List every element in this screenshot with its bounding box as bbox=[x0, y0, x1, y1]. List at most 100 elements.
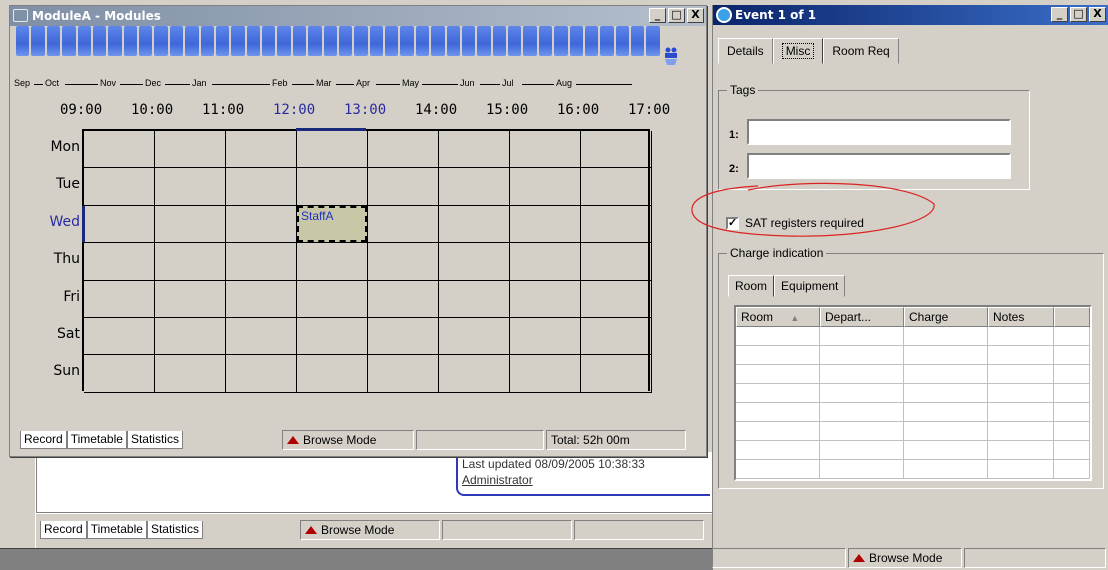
user-link[interactable]: Administrator bbox=[462, 472, 710, 488]
week-block[interactable] bbox=[185, 26, 199, 56]
week-block[interactable] bbox=[554, 26, 568, 56]
week-block[interactable] bbox=[262, 26, 276, 56]
timeslot-cell[interactable] bbox=[226, 131, 297, 169]
table-row[interactable] bbox=[736, 422, 1090, 441]
week-block[interactable] bbox=[538, 26, 553, 56]
timeslot-cell[interactable] bbox=[155, 355, 226, 393]
week-block[interactable] bbox=[508, 26, 522, 56]
tag2-input[interactable] bbox=[747, 153, 1011, 179]
timeslot-cell[interactable] bbox=[439, 280, 510, 318]
timeslot-cell[interactable] bbox=[155, 168, 226, 206]
timeslot-cell[interactable] bbox=[368, 243, 439, 281]
timeslot-cell[interactable] bbox=[510, 205, 581, 244]
timeslot-cell[interactable] bbox=[155, 131, 226, 169]
week-block[interactable] bbox=[31, 26, 45, 56]
timeslot-cell[interactable] bbox=[297, 131, 368, 169]
column-header-notes[interactable]: Notes bbox=[988, 307, 1054, 327]
table-row[interactable] bbox=[736, 441, 1090, 460]
minimize-button[interactable]: _ bbox=[649, 8, 666, 23]
week-block[interactable] bbox=[277, 26, 291, 56]
timeslot-cell[interactable] bbox=[581, 280, 652, 318]
week-block[interactable] bbox=[354, 26, 368, 56]
module-titlebar[interactable]: ModuleA - Modules _ □ X bbox=[10, 6, 706, 26]
week-block[interactable] bbox=[338, 26, 353, 56]
tab-room-req[interactable]: Room Req bbox=[823, 38, 899, 64]
timeslot-cell[interactable] bbox=[510, 131, 581, 169]
timeslot-cell[interactable] bbox=[155, 280, 226, 318]
week-ruler[interactable] bbox=[16, 26, 660, 56]
tab-room[interactable]: Room bbox=[728, 275, 775, 297]
week-block[interactable] bbox=[569, 26, 583, 56]
tab-statistics[interactable]: Statistics bbox=[126, 431, 183, 449]
timetable-grid[interactable] bbox=[82, 129, 652, 393]
timeslot-cell[interactable] bbox=[581, 355, 652, 393]
timeslot-cell[interactable] bbox=[368, 205, 439, 244]
timeslot-cell[interactable] bbox=[155, 243, 226, 281]
timeslot-cell[interactable] bbox=[368, 280, 439, 318]
timeslot-cell[interactable] bbox=[84, 205, 155, 244]
timeslot-cell[interactable] bbox=[510, 317, 581, 356]
timeslot-cell[interactable] bbox=[226, 280, 297, 318]
timeslot-cell[interactable] bbox=[581, 168, 652, 206]
column-header-department[interactable]: Depart... bbox=[820, 307, 904, 327]
table-row[interactable] bbox=[736, 384, 1090, 403]
week-block[interactable] bbox=[431, 26, 445, 56]
timeslot-cell[interactable] bbox=[155, 317, 226, 356]
week-block[interactable] bbox=[215, 26, 230, 56]
week-block[interactable] bbox=[492, 26, 506, 56]
week-block[interactable] bbox=[62, 26, 76, 56]
table-row[interactable] bbox=[736, 460, 1090, 479]
week-block[interactable] bbox=[461, 26, 476, 56]
table-row[interactable] bbox=[736, 365, 1090, 384]
week-block[interactable] bbox=[323, 26, 337, 56]
timeslot-cell[interactable] bbox=[226, 317, 297, 356]
timeslot-cell[interactable] bbox=[368, 317, 439, 356]
timeslot-cell[interactable] bbox=[297, 317, 368, 356]
tab-timetable[interactable]: Timetable bbox=[66, 431, 127, 449]
week-block[interactable] bbox=[369, 26, 383, 56]
timeslot-cell[interactable] bbox=[368, 131, 439, 169]
week-block[interactable] bbox=[477, 26, 491, 56]
week-block[interactable] bbox=[16, 26, 30, 56]
event-titlebar[interactable]: Event 1 of 1 _ □ X bbox=[713, 5, 1108, 25]
week-block[interactable] bbox=[246, 26, 260, 56]
week-block[interactable] bbox=[400, 26, 414, 56]
close-button[interactable]: X bbox=[1089, 7, 1106, 22]
timeslot-cell[interactable] bbox=[297, 280, 368, 318]
week-block[interactable] bbox=[169, 26, 184, 56]
timeslot-cell[interactable] bbox=[84, 355, 155, 393]
timeslot-cell[interactable] bbox=[510, 168, 581, 206]
week-block[interactable] bbox=[385, 26, 399, 56]
timeslot-cell[interactable] bbox=[368, 168, 439, 206]
table-row[interactable] bbox=[736, 403, 1090, 422]
week-block[interactable] bbox=[584, 26, 599, 56]
close-button[interactable]: X bbox=[687, 8, 704, 23]
timeslot-cell[interactable] bbox=[581, 131, 652, 169]
timetable-event[interactable]: StaffA bbox=[297, 206, 367, 242]
timeslot-cell[interactable] bbox=[439, 205, 510, 244]
timeslot-cell[interactable] bbox=[297, 355, 368, 393]
week-block[interactable] bbox=[292, 26, 307, 56]
timeslot-cell[interactable] bbox=[581, 317, 652, 356]
timeslot-cell[interactable] bbox=[510, 243, 581, 281]
timeslot-cell[interactable] bbox=[226, 243, 297, 281]
week-block[interactable] bbox=[231, 26, 245, 56]
users-icon[interactable] bbox=[663, 46, 679, 66]
timeslot-cell[interactable] bbox=[84, 168, 155, 206]
tag1-input[interactable] bbox=[747, 119, 1011, 145]
week-block[interactable] bbox=[523, 26, 537, 56]
week-block[interactable] bbox=[631, 26, 645, 56]
timeslot-cell[interactable] bbox=[581, 205, 652, 244]
minimize-button[interactable]: _ bbox=[1051, 7, 1068, 22]
table-row[interactable] bbox=[736, 346, 1090, 365]
tab-record[interactable]: Record bbox=[20, 431, 67, 449]
timeslot-cell[interactable] bbox=[84, 280, 155, 318]
tab-misc[interactable]: Misc bbox=[772, 38, 824, 64]
week-block[interactable] bbox=[92, 26, 107, 56]
timeslot-cell[interactable] bbox=[84, 131, 155, 169]
timeslot-cell[interactable] bbox=[439, 355, 510, 393]
column-header-charge[interactable]: Charge bbox=[904, 307, 988, 327]
timeslot-cell[interactable] bbox=[510, 355, 581, 393]
timeslot-cell[interactable] bbox=[226, 355, 297, 393]
table-row[interactable] bbox=[736, 327, 1090, 346]
